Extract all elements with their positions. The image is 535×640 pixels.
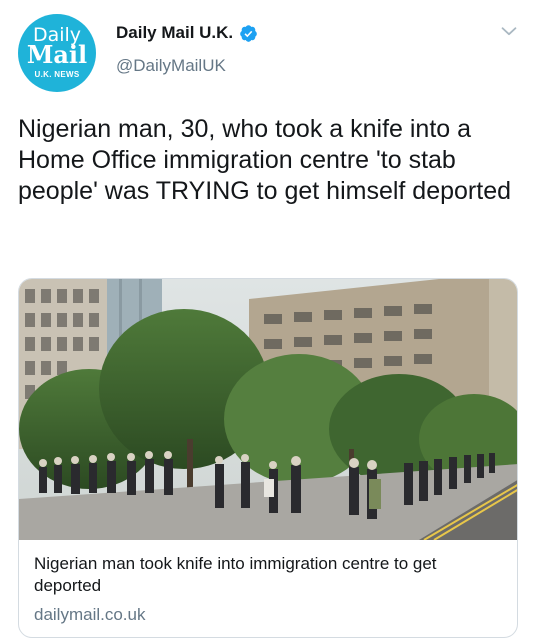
- tweet-header: Daily Mail U.K. NEWS Daily Mail U.K. @Da…: [18, 14, 518, 94]
- card-image[interactable]: [19, 279, 517, 540]
- avatar[interactable]: Daily Mail U.K. NEWS: [18, 14, 96, 92]
- account-handle[interactable]: @DailyMailUK: [116, 56, 258, 76]
- tweet-text: Nigerian man, 30, who took a knife into …: [18, 115, 512, 205]
- account-names: Daily Mail U.K. @DailyMailUK: [116, 22, 258, 76]
- avatar-logo-line3: U.K. NEWS: [34, 70, 80, 79]
- verified-badge-icon: [240, 24, 257, 42]
- avatar-logo-line2: Mail: [26, 40, 88, 69]
- card-title[interactable]: Nigerian man took knife into immigration…: [34, 553, 504, 597]
- display-name[interactable]: Daily Mail U.K.: [116, 22, 233, 44]
- chevron-down-icon[interactable]: [498, 20, 520, 42]
- street-scene-photo: [19, 279, 517, 540]
- card-domain[interactable]: dailymail.co.uk: [34, 604, 146, 626]
- link-card[interactable]: Nigerian man took knife into immigration…: [18, 278, 518, 638]
- display-name-row[interactable]: Daily Mail U.K.: [116, 22, 258, 44]
